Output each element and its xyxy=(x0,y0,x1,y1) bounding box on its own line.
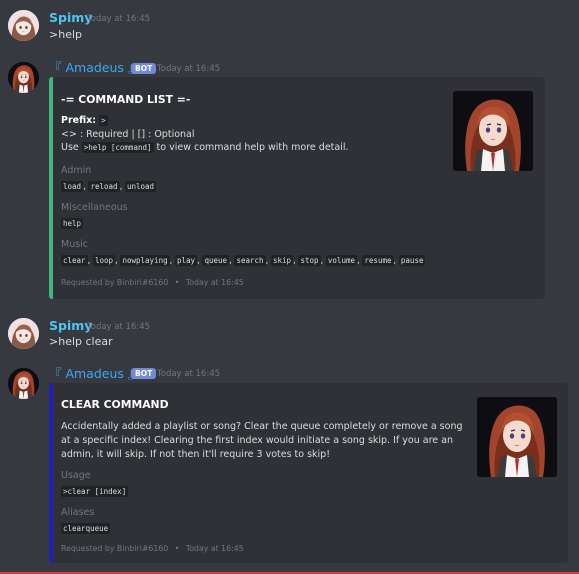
command-code: clear xyxy=(61,255,88,266)
command-code: reload xyxy=(88,181,120,192)
bot-avatar[interactable] xyxy=(8,368,39,399)
command-code: nowplaying xyxy=(120,255,170,266)
bot-badge: BOT xyxy=(131,63,157,74)
command-code: pause xyxy=(398,255,426,266)
timestamp: Today at 16:45 xyxy=(87,14,151,24)
command-code: resume xyxy=(362,255,394,266)
message-text: >help clear xyxy=(49,335,113,348)
command-code: help xyxy=(61,218,84,229)
timestamp: Today at 16:45 xyxy=(87,322,151,332)
embed-description: Accidentally added a playlist or song? C… xyxy=(61,421,463,460)
footer-text: Requested by Binbiri#6160 xyxy=(61,278,169,287)
message-amadeus-clear-command: 『 Amadeus 』 BOT Today at 16:45 CLEAR COM… xyxy=(0,363,579,568)
bot-username[interactable]: 『 Amadeus 』 xyxy=(49,60,140,75)
field-name-usage: Usage xyxy=(61,470,91,481)
use-prefix: Use xyxy=(61,142,79,153)
footer-time: Today at 16:45 xyxy=(185,278,244,287)
embed-thumbnail[interactable] xyxy=(453,91,533,171)
field-value-music: clear, loop, nowplaying, play, queue, se… xyxy=(61,255,426,267)
command-code: queue xyxy=(202,255,230,266)
bot-badge: BOT xyxy=(131,368,157,379)
field-name-misc: Miscellaneous xyxy=(61,202,128,213)
field-value-usage: >clear [index] xyxy=(61,486,129,498)
embed-color-bar xyxy=(49,77,53,299)
command-code: loop xyxy=(92,255,116,266)
message-spimy-help: Spimy Today at 16:45 >help xyxy=(0,0,579,50)
embed-footer: Requested by Binbiri#6160 • Today at 16:… xyxy=(61,543,244,554)
bot-username[interactable]: 『 Amadeus 』 xyxy=(49,366,140,381)
aliases-code: clearqueue xyxy=(61,523,111,534)
message-text: >help xyxy=(49,28,82,41)
footer-separator: • xyxy=(174,544,180,553)
usage-code: >clear [index] xyxy=(61,486,129,497)
use-suffix: to view command help with more detail. xyxy=(156,142,349,153)
field-name-admin: Admin xyxy=(61,165,92,176)
embed-thumbnail[interactable] xyxy=(477,397,557,477)
footer-separator: • xyxy=(174,278,180,287)
embed-syntax-line: <> : Required | [] : Optional xyxy=(61,129,195,140)
embed-use-line: Use >help [command] to view command help… xyxy=(61,141,349,154)
username[interactable]: Spimy xyxy=(49,318,92,333)
field-name-aliases: Aliases xyxy=(61,507,95,518)
clear-command-embed: CLEAR COMMAND Accidentally added a playl… xyxy=(49,383,568,563)
field-value-admin: load, reload, unload xyxy=(61,181,157,193)
field-name-music: Music xyxy=(61,239,89,250)
field-value-misc: help xyxy=(61,218,84,230)
bot-avatar[interactable] xyxy=(8,62,39,93)
message-amadeus-command-list: 『 Amadeus 』 BOT Today at 16:45 -= COMMAN… xyxy=(0,55,579,305)
command-list-embed: -= COMMAND LIST =- Prefix: > <> : Requir… xyxy=(49,77,545,299)
embed-prefix-line: Prefix: > xyxy=(61,114,108,127)
message-spimy-help-clear: Spimy Today at 16:45 >help clear xyxy=(0,310,579,360)
embed-title: -= COMMAND LIST =- xyxy=(61,93,191,106)
embed-footer: Requested by Binbiri#6160 • Today at 16:… xyxy=(61,277,244,288)
username[interactable]: Spimy xyxy=(49,10,92,25)
command-code: load xyxy=(61,181,84,192)
user-avatar[interactable] xyxy=(8,318,39,349)
command-code: unload xyxy=(124,181,157,192)
footer-time: Today at 16:45 xyxy=(185,544,244,553)
footer-text: Requested by Binbiri#6160 xyxy=(61,544,169,553)
timestamp: Today at 16:45 xyxy=(157,64,221,74)
command-code: play xyxy=(175,255,198,266)
prefix-label: Prefix: xyxy=(61,115,97,126)
use-code: >help [command] xyxy=(81,142,154,153)
command-code: search xyxy=(234,255,266,266)
field-value-aliases: clearqueue xyxy=(61,523,111,535)
embed-color-bar xyxy=(49,383,53,563)
timestamp: Today at 16:45 xyxy=(157,369,221,379)
command-code: volume xyxy=(325,255,357,266)
prefix-code: > xyxy=(99,115,108,126)
command-code: skip xyxy=(270,255,294,266)
embed-title: CLEAR COMMAND xyxy=(61,398,169,411)
command-code: stop xyxy=(298,255,321,266)
user-avatar[interactable] xyxy=(8,10,39,41)
